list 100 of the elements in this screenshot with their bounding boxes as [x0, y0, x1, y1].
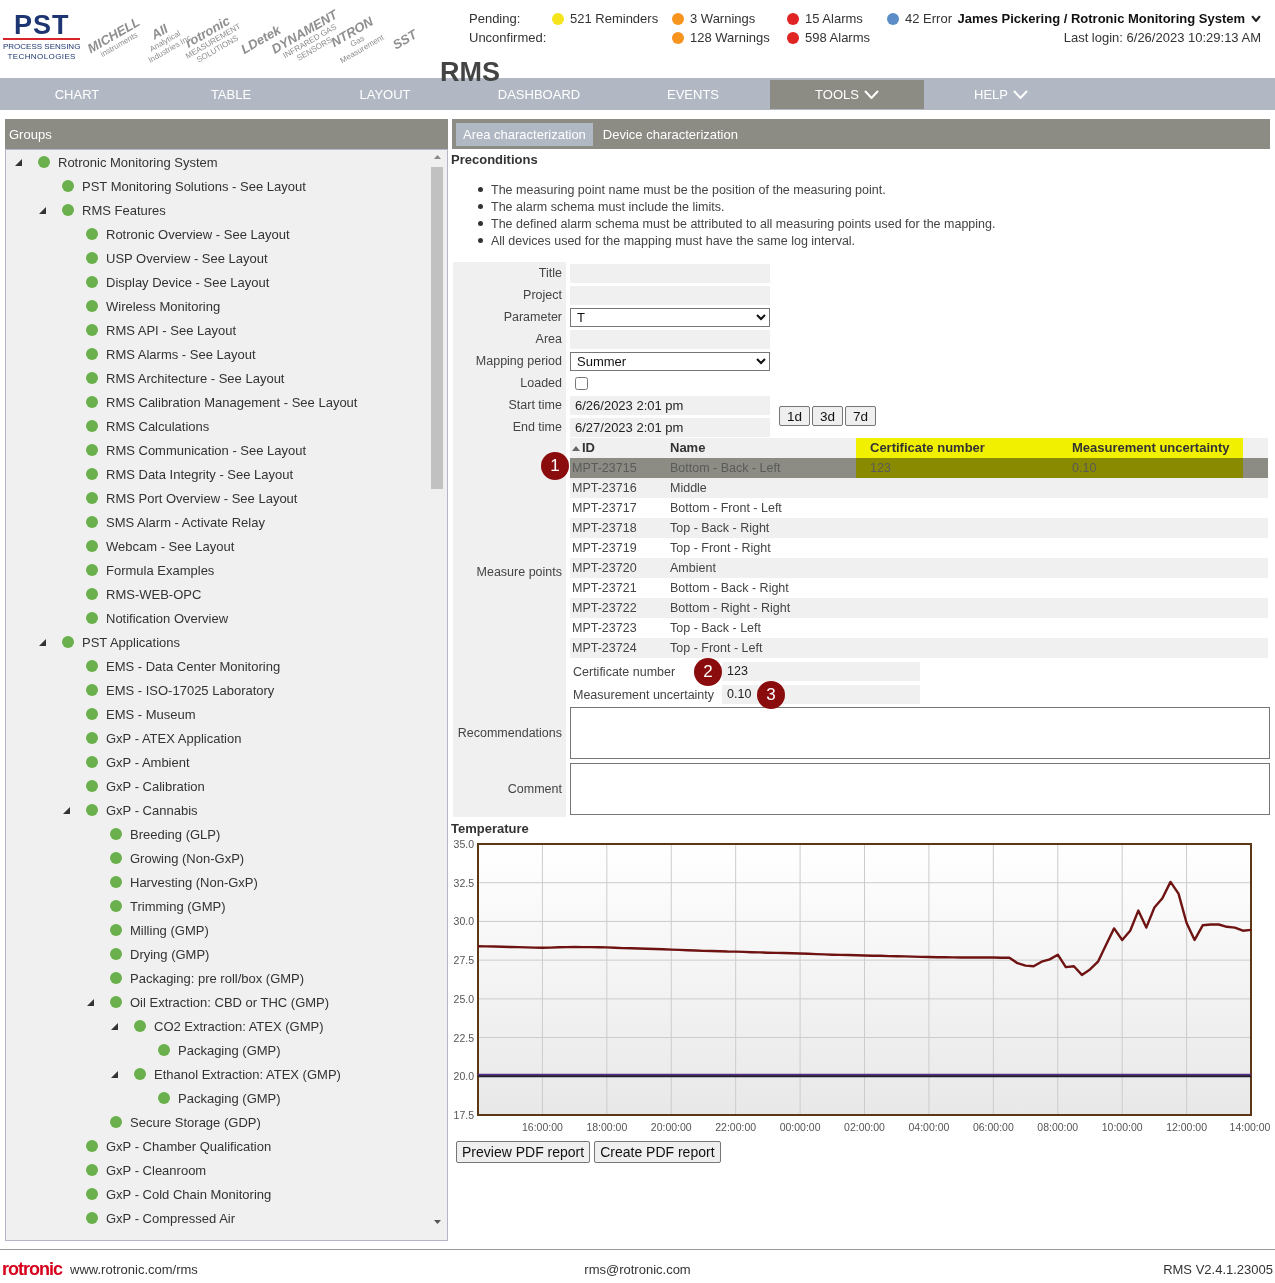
sort-icon[interactable]: [572, 445, 580, 451]
tree-item[interactable]: Drying (GMP): [130, 946, 210, 962]
tree-item[interactable]: Notification Overview: [106, 610, 229, 626]
email-link[interactable]: rms@rotronic.com: [584, 1261, 691, 1277]
tree-item[interactable]: GxP - Cold Chain Monitoring: [106, 1186, 272, 1202]
tree-item[interactable]: RMS Calibration Management - See Layout: [106, 394, 358, 410]
field-label: Certificate number: [573, 664, 676, 679]
table-row[interactable]: MPT-23722 Bottom - Right - Right: [570, 598, 1268, 618]
tree-item[interactable]: Breeding (GLP): [130, 826, 221, 842]
tree-item[interactable]: RMS API - See Layout: [106, 322, 237, 338]
select-dropdown[interactable]: T: [570, 307, 770, 327]
brand-logo: SST: [390, 27, 419, 51]
preset-button[interactable]: 7d: [845, 406, 877, 426]
report-button[interactable]: Create PDF report: [594, 1141, 721, 1163]
tree-toggle-icon[interactable]: [14, 158, 22, 166]
tree-item[interactable]: Packaging: pre roll/box (GMP): [130, 970, 305, 986]
tree-item[interactable]: PST Applications: [82, 634, 181, 650]
tree-item[interactable]: RMS Architecture - See Layout: [106, 370, 285, 386]
tree-item[interactable]: GxP - Ambient: [106, 754, 190, 770]
tree-toggle-icon[interactable]: [110, 1022, 118, 1030]
website-link[interactable]: www.rotronic.com/rms: [70, 1261, 198, 1277]
field-label: Area: [453, 328, 566, 350]
scrollbar-thumb[interactable]: [431, 167, 443, 489]
tree-item[interactable]: Harvesting (Non-GxP): [130, 874, 258, 890]
field-label: Parameter: [453, 306, 566, 328]
tree-item[interactable]: GxP - Compressed Air: [106, 1210, 236, 1226]
tree-item[interactable]: Growing (Non-GxP): [130, 850, 245, 866]
scroll-up-icon[interactable]: [433, 155, 441, 159]
tree-item[interactable]: EMS - Museum: [106, 706, 196, 722]
tree-item[interactable]: RMS Data Integrity - See Layout: [106, 466, 294, 482]
tree-item[interactable]: GxP - Chamber Qualification: [106, 1138, 272, 1154]
tree-item[interactable]: EMS - Data Center Monitoring: [106, 658, 281, 674]
tree-item[interactable]: USP Overview - See Layout: [106, 250, 268, 266]
column-header[interactable]: ID: [570, 438, 668, 458]
user-name[interactable]: James Pickering / Rotronic Monitoring System: [957, 11, 1245, 26]
last-login: Last login: 6/26/2023 10:29:13 AM: [1063, 29, 1261, 47]
tree-item[interactable]: Trimming (GMP): [130, 898, 226, 914]
tree-item[interactable]: RMS-WEB-OPC: [106, 586, 202, 602]
tree-item[interactable]: CO2 Extraction: ATEX (GMP): [154, 1018, 324, 1034]
tree-item[interactable]: Rotronic Overview - See Layout: [106, 226, 290, 242]
tree-item[interactable]: EMS - ISO-17025 Laboratory: [106, 682, 275, 698]
tree-item[interactable]: PST Monitoring Solutions - See Layout: [82, 178, 306, 194]
table-row[interactable]: MPT-23718 Top - Back - Right: [570, 518, 1268, 538]
column-header[interactable]: Measurement uncertainty: [1058, 438, 1243, 458]
tree-item[interactable]: GxP - Calibration: [106, 778, 205, 794]
tree-item[interactable]: RMS Features: [82, 202, 166, 218]
scroll-down-icon[interactable]: [433, 1220, 441, 1224]
table-row[interactable]: MPT-23716 Middle: [570, 478, 1268, 498]
text-area[interactable]: [570, 763, 1270, 815]
tree-item[interactable]: GxP - ATEX Application: [106, 730, 242, 746]
table-row[interactable]: MPT-23721 Bottom - Back - Right: [570, 578, 1268, 598]
tree-item[interactable]: Packaging (GMP): [178, 1090, 281, 1106]
tree-toggle-icon[interactable]: [110, 1070, 118, 1078]
table-row[interactable]: MPT-23720 Ambient: [570, 558, 1268, 578]
tree-toggle-icon[interactable]: [62, 806, 70, 814]
checkbox[interactable]: [575, 376, 588, 390]
text-field[interactable]: 6/27/2023 2:01 pm: [570, 417, 770, 437]
table-row[interactable]: MPT-23723 Top - Back - Left: [570, 618, 1268, 638]
tree-item[interactable]: Packaging (GMP): [178, 1042, 281, 1058]
status-count[interactable]: 42 Error: [905, 11, 952, 26]
column-header[interactable]: Certificate number: [856, 438, 1058, 458]
tree-item[interactable]: RMS Port Overview - See Layout: [106, 490, 298, 506]
select-dropdown[interactable]: Summer: [570, 351, 770, 371]
status-count[interactable]: 598 Alarms: [805, 30, 871, 45]
tree-item[interactable]: SMS Alarm - Activate Relay: [106, 514, 265, 530]
tree-item[interactable]: Secure Storage (GDP): [130, 1114, 261, 1130]
tree-item[interactable]: RMS Calculations: [106, 418, 210, 434]
table-row[interactable]: MPT-23719 Top - Front - Right: [570, 538, 1268, 558]
status-dot-icon: [86, 732, 98, 744]
table-row[interactable]: MPT-23717 Bottom - Front - Left: [570, 498, 1268, 518]
text-area[interactable]: [570, 707, 1270, 759]
tree-item[interactable]: Formula Examples: [106, 562, 215, 578]
tree-item[interactable]: Milling (GMP): [130, 922, 209, 938]
tree-toggle-icon[interactable]: [38, 206, 46, 214]
status-count[interactable]: 128 Warnings: [690, 30, 770, 45]
callout-marker: 3: [757, 680, 785, 709]
preset-button[interactable]: 1d: [779, 406, 811, 426]
tree-item[interactable]: Display Device - See Layout: [106, 274, 270, 290]
report-button[interactable]: Preview PDF report: [456, 1141, 591, 1163]
text-field[interactable]: 6/26/2023 2:01 pm: [570, 395, 770, 415]
tree-item[interactable]: Ethanol Extraction: ATEX (GMP): [154, 1066, 341, 1082]
status-dot-icon: [38, 156, 50, 168]
tree-toggle-icon[interactable]: [86, 998, 94, 1006]
tree-item[interactable]: RMS Communication - See Layout: [106, 442, 307, 458]
tree-item[interactable]: Oil Extraction: CBD or THC (GMP): [130, 994, 330, 1010]
table-row[interactable]: MPT-23724 Top - Front - Left: [570, 638, 1268, 658]
text-field[interactable]: 123: [722, 662, 920, 681]
tree-item[interactable]: Webcam - See Layout: [106, 538, 235, 554]
tree-item[interactable]: Rotronic Monitoring System: [58, 154, 218, 170]
tree-toggle-icon[interactable]: [38, 638, 46, 646]
column-header[interactable]: Name: [668, 438, 856, 458]
tree-item[interactable]: Wireless Monitoring: [106, 298, 221, 314]
axis-tick-label: 22:00:00: [715, 1121, 757, 1133]
preset-button[interactable]: 3d: [812, 406, 844, 426]
status-count[interactable]: 521 Reminders: [570, 11, 659, 26]
tree-item[interactable]: RMS Alarms - See Layout: [106, 346, 256, 362]
tree-item[interactable]: GxP - Cannabis: [106, 802, 198, 818]
status-count[interactable]: 3 Warnings: [690, 11, 756, 26]
status-count[interactable]: 15 Alarms: [805, 11, 863, 26]
tree-item[interactable]: GxP - Cleanroom: [106, 1162, 207, 1178]
